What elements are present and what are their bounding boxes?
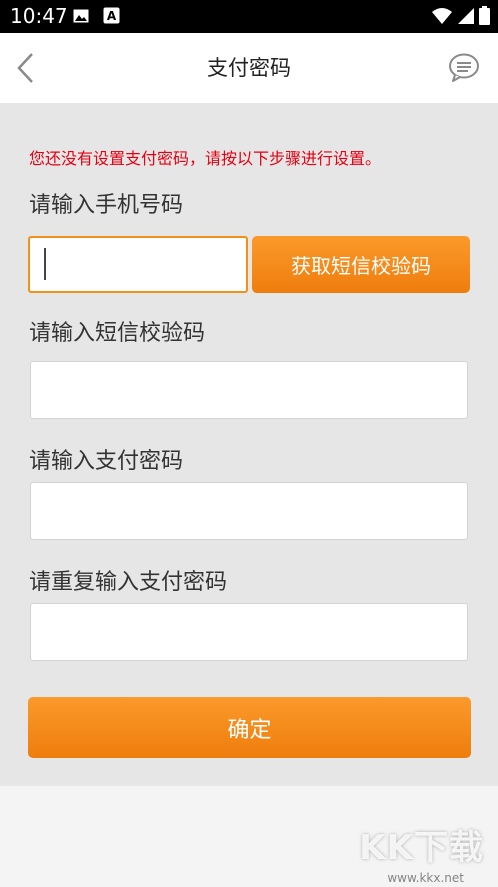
signal-icon <box>458 7 474 24</box>
image-icon <box>73 9 89 23</box>
message-icon[interactable] <box>448 53 480 83</box>
watermark: KK下载 www.kkx.net <box>352 827 492 887</box>
status-right-icons <box>431 6 490 25</box>
password-input[interactable] <box>30 482 468 540</box>
battery-icon <box>479 6 490 25</box>
payment-password-form: 您还没有设置支付密码，请按以下步骤进行设置。 请输入手机号码 获取短信校验码 请… <box>0 103 498 786</box>
a-badge-icon: A <box>103 7 120 24</box>
title-bar: 支付密码 <box>0 33 498 103</box>
wifi-icon <box>432 7 452 24</box>
confirm-button[interactable]: 确定 <box>28 697 471 758</box>
sms-code-input[interactable] <box>30 361 468 419</box>
get-sms-code-button[interactable]: 获取短信校验码 <box>252 236 470 293</box>
setup-notice: 您还没有设置支付密码，请按以下步骤进行设置。 <box>29 149 382 168</box>
text-caret <box>44 248 46 280</box>
page-title: 支付密码 <box>207 56 291 80</box>
status-time: 10:47 <box>10 4 68 28</box>
repeat-password-label: 请重复输入支付密码 <box>29 570 228 595</box>
repeat-password-input[interactable] <box>30 603 468 661</box>
password-label: 请输入支付密码 <box>29 449 184 474</box>
watermark-logo: KK下载 <box>359 828 484 868</box>
status-bar: 10:47 A <box>0 0 498 33</box>
sms-code-label: 请输入短信校验码 <box>29 321 206 346</box>
phone-input[interactable] <box>28 236 248 293</box>
a-badge-letter: A <box>107 9 117 23</box>
watermark-url: www.kkx.net <box>387 871 464 885</box>
phone-label: 请输入手机号码 <box>29 193 184 218</box>
